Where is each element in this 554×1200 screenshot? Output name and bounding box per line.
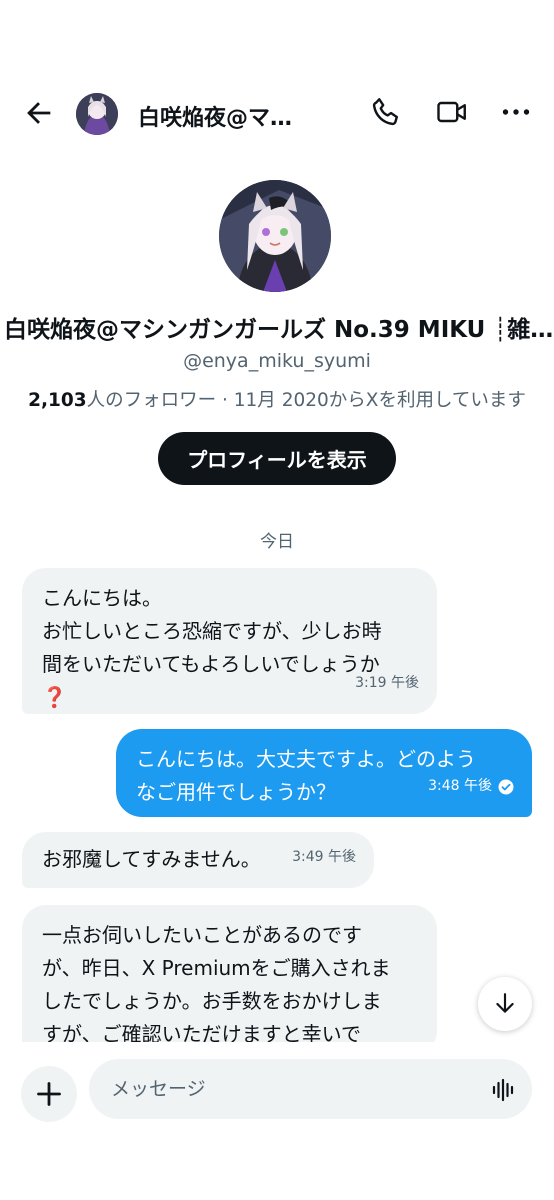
message-timestamp: 3:48 午後	[428, 778, 492, 794]
profile-meta: 2,103人のフォロワー · 11月 2020からXを利用しています	[0, 386, 554, 412]
message-bubble-incoming[interactable]: こんにちは。 お忙しいところ恐縮ですが、少しお時 間をいただいてもよろしいでしょ…	[22, 568, 437, 714]
date-divider: 今日	[260, 532, 294, 552]
read-check-icon	[498, 779, 514, 794]
profile-avatar[interactable]	[219, 180, 331, 292]
message-list[interactable]: こんにちは。 お忙しいところ恐縮ですが、少しお時 間をいただいてもよろしいでしょ…	[0, 560, 554, 1042]
follower-and-joined-text: 人のフォロワー · 11月 2020からXを利用しています	[86, 390, 526, 411]
message-input[interactable]	[89, 1059, 532, 1119]
arrow-down-icon	[496, 993, 514, 1013]
message-bubble-outgoing[interactable]: こんにちは。大丈夫ですよ。どのよう なご用件でしょうか？ 3:48 午後	[116, 729, 532, 817]
voice-waveform-icon	[492, 1078, 514, 1102]
video-call-button[interactable]	[434, 94, 470, 130]
message-line: お忙しいところ恐縮ですが、少しお時	[42, 619, 382, 643]
view-profile-button[interactable]: プロフィールを表示	[158, 432, 396, 485]
message-composer	[0, 1052, 554, 1200]
add-attachment-button[interactable]	[21, 1066, 77, 1122]
avatar-illustration	[219, 180, 331, 292]
dm-conversation-screen: 白咲焔夜@マ… 白咲焔夜@マシンガンガールズ No.39 MIKU ┊雑… @e…	[0, 0, 554, 1200]
video-camera-icon	[437, 101, 466, 123]
message-timestamp: 3:19 午後	[355, 675, 419, 691]
header-avatar[interactable]	[76, 93, 118, 135]
more-options-button[interactable]	[498, 94, 534, 130]
follower-count[interactable]: 2,103	[28, 390, 87, 411]
voice-message-button[interactable]	[489, 1076, 517, 1104]
header-title[interactable]: 白咲焔夜@マ…	[138, 100, 308, 132]
avatar-illustration	[76, 93, 118, 135]
conversation-header: 白咲焔夜@マ…	[0, 84, 554, 146]
message-bubble-incoming[interactable]: お邪魔してすみません。 3:49 午後	[22, 832, 374, 888]
message-bubble-incoming[interactable]: 一点お伺いしたいことがあるのです が、昨日、X Premiumをご購入されま し…	[22, 905, 437, 1042]
profile-handle: @enya_miku_syumi	[183, 350, 371, 372]
message-timestamp: 3:49 午後	[292, 849, 356, 865]
more-dots-icon	[502, 109, 530, 115]
plus-icon	[37, 1082, 61, 1106]
message-line: したでしょうか。お手数をおかけしま	[42, 989, 382, 1013]
message-timestamp-wrap: 3:48 午後	[428, 770, 514, 803]
message-line: が、昨日、X Premiumをご購入されま	[42, 956, 391, 980]
message-line: すが、ご確認いただけますと幸いで	[42, 1022, 361, 1042]
voice-call-button[interactable]	[368, 94, 404, 130]
message-line: こんにちは。	[42, 586, 162, 610]
back-arrow-icon	[27, 102, 51, 124]
message-line: 一点お伺いしたいことがあるのです	[42, 923, 362, 947]
scroll-to-bottom-button[interactable]	[478, 977, 532, 1031]
back-button[interactable]	[22, 96, 56, 130]
profile-name: 白咲焔夜@マシンガンガールズ No.39 MIKU ┊雑…	[4, 317, 554, 343]
phone-icon	[372, 98, 398, 126]
